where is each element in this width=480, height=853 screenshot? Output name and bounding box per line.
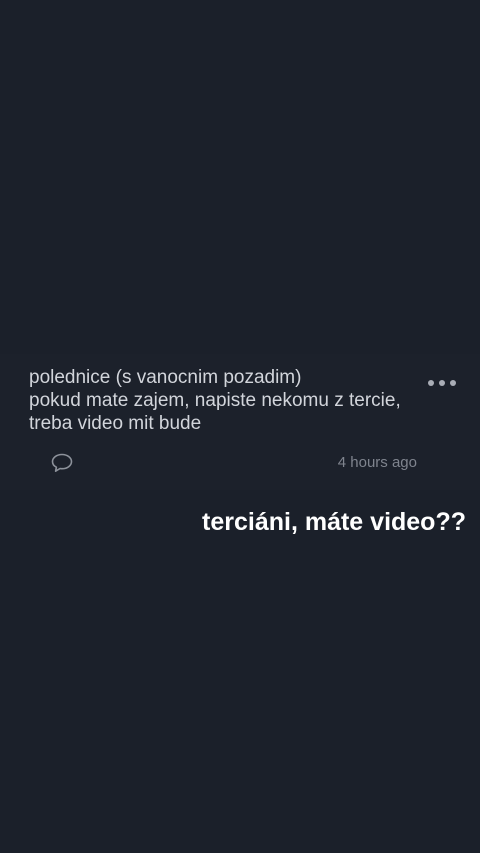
post-card: polednice (s vanocnim pozadim) pokud mat… — [0, 354, 480, 490]
post-text-line-3: treba video mit bude — [29, 413, 202, 434]
more-dot — [428, 380, 434, 386]
comment-icon[interactable] — [50, 452, 74, 474]
more-dot — [439, 380, 445, 386]
more-options-button[interactable] — [428, 378, 456, 388]
post-timestamp: 4 hours ago — [337, 454, 417, 471]
more-dot — [450, 380, 456, 386]
post-text-line-2: pokud mate zajem, napiste nekomu z terci… — [29, 390, 401, 411]
post-text: polednice (s vanocnim pozadim) pokud mat… — [29, 366, 424, 435]
post-text-line-1: polednice (s vanocnim pozadim) — [29, 367, 302, 388]
story-caption: terciáni, máte video?? — [202, 508, 466, 536]
